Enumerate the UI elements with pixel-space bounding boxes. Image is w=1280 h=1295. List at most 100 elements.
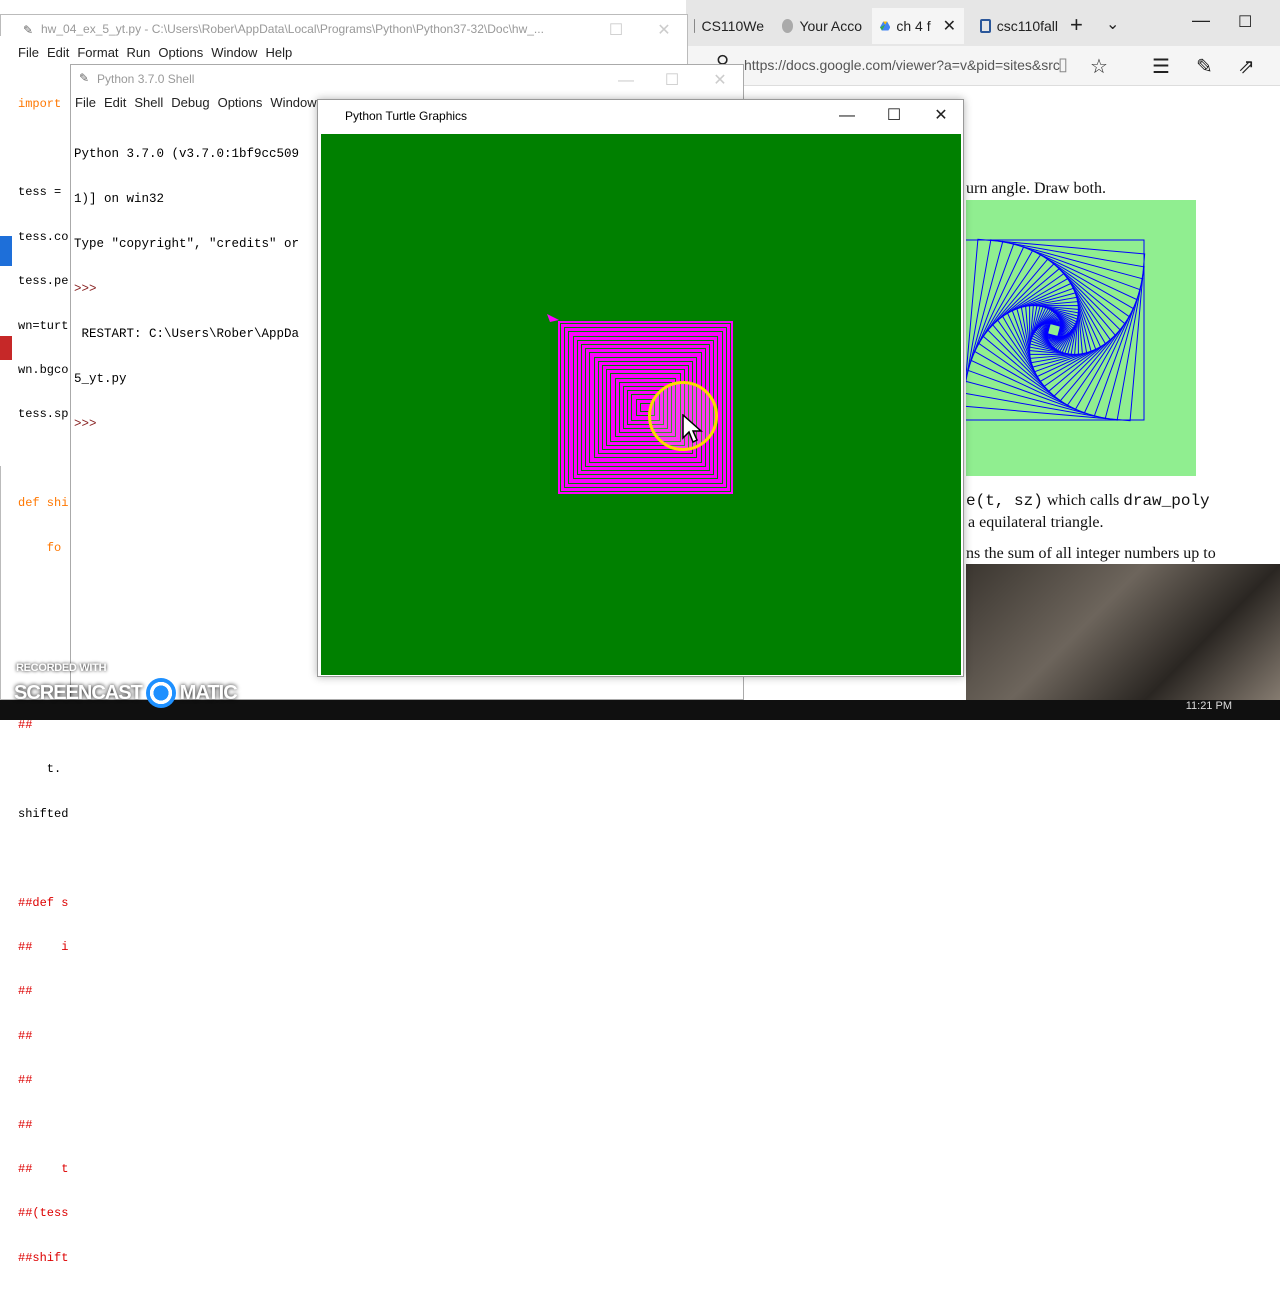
menu-shell[interactable]: Shell [134, 95, 163, 115]
turtle-canvas[interactable] [321, 134, 961, 675]
turtle-arrow-icon [547, 314, 559, 322]
code-line: ## i [18, 940, 69, 955]
watermark-small-text: RECORDED WITH [16, 662, 107, 674]
figure-square [966, 239, 1145, 421]
favorite-star-icon[interactable]: ☆ [1090, 54, 1108, 79]
code-line: tess.pe [18, 274, 69, 289]
spiral-figure [966, 200, 1196, 476]
shell-line: RESTART: C:\Users\Rober\AppDa [74, 327, 300, 341]
tab-label: Your Acco [799, 18, 862, 34]
close-icon[interactable]: ✕ [641, 19, 687, 43]
code-line: wn=turt [18, 318, 69, 333]
shell-output[interactable]: Python 3.7.0 (v3.7.0:1bf9cc509 1)] on wi… [74, 117, 299, 462]
screencast-watermark: RECORDED WITH SCREENCAST MATIC [14, 660, 244, 708]
figure-square [987, 263, 1121, 397]
desktop-icon-fragment [0, 336, 12, 360]
code-line: tess.sp [18, 407, 69, 422]
code-span: e(t, sz) [966, 492, 1043, 510]
figure-square [966, 239, 1145, 421]
editor-menubar: File Edit Format Run Options Window Help [1, 45, 687, 65]
maximize-icon[interactable]: ☐ [649, 69, 695, 93]
figure-square [1028, 304, 1080, 356]
code-line: ## [18, 1117, 33, 1132]
shell-prompt: >>> [74, 417, 97, 431]
browser-tab-4[interactable]: csc110fall [972, 8, 1066, 44]
minimize-icon[interactable]: — [1192, 10, 1210, 31]
watermark-logo-text: SCREENCAST MATIC [14, 678, 238, 708]
figure-square [966, 240, 1144, 420]
code-line: ## [18, 718, 33, 733]
code-line: ##def s [18, 895, 69, 910]
browser-tab-strip: CS110We Your Acco ch 4 f ✕ csc110fall + … [686, 0, 1280, 52]
code-line: ## t [18, 1161, 69, 1176]
code-line: wn.bgco [18, 362, 69, 377]
tab-label: csc110fall [996, 18, 1058, 34]
watermark-text-left: SCREENCAST [14, 681, 143, 704]
figure-square [1046, 322, 1062, 338]
browser-tab-1[interactable]: CS110We [686, 8, 772, 44]
close-icon[interactable]: ✕ [918, 104, 964, 128]
minimize-icon[interactable]: — [824, 104, 870, 128]
screencast-logo-icon [145, 678, 176, 708]
desktop-icon-fragment [0, 236, 12, 266]
code-line: ## [18, 1028, 33, 1043]
menu-window[interactable]: Window [270, 95, 316, 115]
code-line: def shi [18, 496, 69, 511]
new-tab-icon[interactable]: + [1070, 12, 1083, 38]
menu-file[interactable]: File [75, 95, 96, 115]
menu-file[interactable]: File [18, 45, 39, 65]
minimize-icon[interactable]: — [603, 69, 649, 93]
pen-icon[interactable]: ✎ [1196, 54, 1213, 79]
code-line: t. [18, 762, 62, 777]
favorites-hub-icon[interactable]: ☰ [1152, 54, 1170, 79]
reading-view-icon[interactable]: ▯ [1058, 54, 1068, 75]
menu-debug[interactable]: Debug [171, 95, 209, 115]
close-tab-icon[interactable]: ✕ [943, 16, 956, 36]
code-line: tess.co [18, 229, 69, 244]
figure-square [966, 238, 1146, 422]
text-span: which calls [1042, 492, 1124, 509]
menu-options[interactable]: Options [158, 45, 203, 65]
menu-format[interactable]: Format [77, 45, 118, 65]
cursor-highlight [648, 381, 718, 451]
browser-tab-3[interactable]: ch 4 f ✕ [872, 8, 964, 44]
maximize-icon[interactable]: ☐ [871, 104, 917, 128]
tab-label: CS110We [701, 18, 764, 34]
shell-prompt: >>> [74, 282, 97, 296]
shell-line: Python 3.7.0 (v3.7.0:1bf9cc509 [74, 147, 300, 161]
shell-line: 5_yt.py [74, 372, 127, 386]
menu-edit[interactable]: Edit [47, 45, 69, 65]
code-line: ##(tess [18, 1206, 69, 1221]
address-bar[interactable]: https://docs.google.com/viewer?a=v&pid=s… [744, 57, 1062, 73]
code-span: draw_poly [1123, 492, 1210, 510]
editor-title: hw_04_ex_5_yt.py - C:\Users\Rober\AppDat… [1, 15, 687, 45]
menu-options[interactable]: Options [218, 95, 263, 115]
code-line: ## [18, 1073, 33, 1088]
menu-help[interactable]: Help [265, 45, 292, 65]
shell-line: 1)] on win32 [74, 192, 165, 206]
code-line: ## [18, 984, 33, 999]
doc-text-line: ns the sum of all integer numbers up to [966, 545, 1216, 562]
code-line: tess = [18, 185, 62, 200]
turtle-graphics-window: ❦ Python Turtle Graphics — ☐ ✕ [317, 99, 964, 677]
figure-square [973, 249, 1135, 411]
tab-label: ch 4 f [896, 18, 931, 34]
code-line: fo [18, 540, 62, 555]
figure-square [967, 243, 1141, 417]
page-icon [980, 19, 991, 33]
browser-tab-2[interactable]: Your Acco [774, 8, 870, 44]
menu-run[interactable]: Run [127, 45, 151, 65]
maximize-icon[interactable]: ☐ [1238, 12, 1252, 32]
drive-icon [880, 21, 891, 31]
close-icon[interactable]: ✕ [697, 69, 743, 93]
maximize-icon[interactable]: ☐ [593, 19, 639, 43]
address-bar-row: ⚲ https://docs.google.com/viewer?a=v&pid… [686, 46, 1280, 86]
chevron-down-icon[interactable]: ⌄ [1106, 14, 1119, 34]
shell-line: Type "copyright", "credits" or [74, 237, 300, 251]
figure-square [970, 246, 1138, 414]
menu-window[interactable]: Window [211, 45, 257, 65]
share-icon[interactable]: ⇗ [1238, 54, 1255, 79]
page-icon [694, 19, 696, 33]
menu-edit[interactable]: Edit [104, 95, 126, 115]
account-icon [782, 19, 794, 33]
